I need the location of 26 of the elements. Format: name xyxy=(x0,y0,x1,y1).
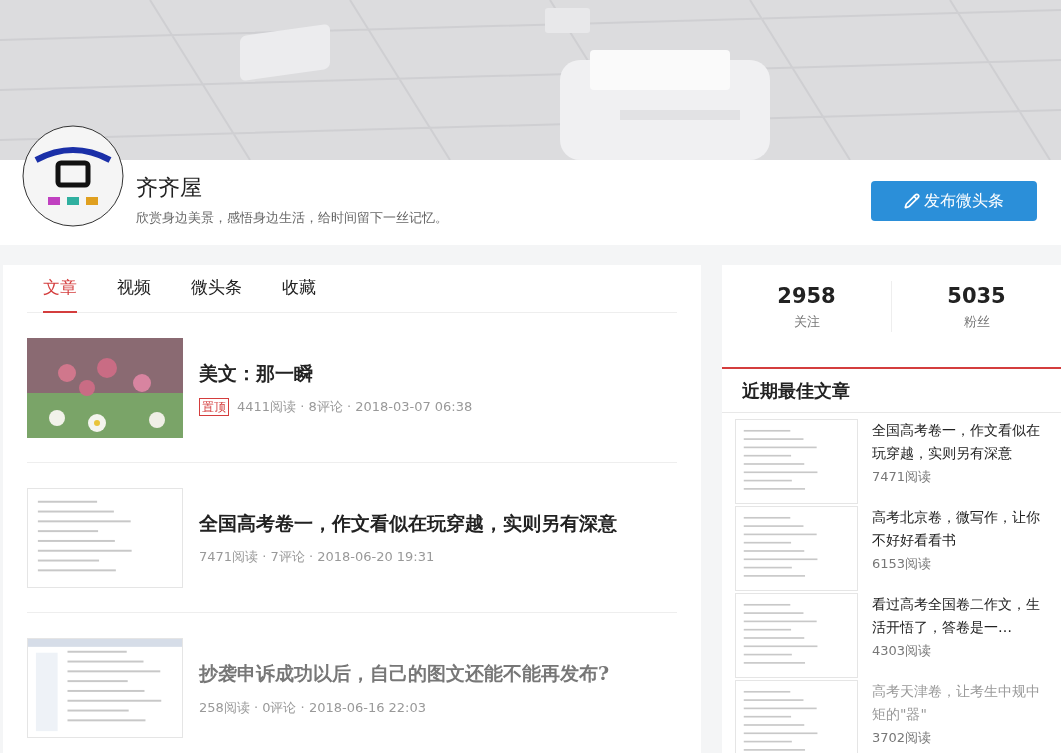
stat-value: 2958 xyxy=(777,282,836,310)
pencil-icon xyxy=(904,193,920,209)
section-heading: 近期最佳文章 xyxy=(742,379,850,403)
article-meta: 4411阅读 · 8评论 · 2018-03-07 06:38 xyxy=(237,398,473,416)
best-article-reads: 7471阅读 xyxy=(872,468,933,486)
best-article-reads: 3702阅读 xyxy=(872,729,933,747)
article-title[interactable]: 美文：那一瞬 xyxy=(199,358,473,387)
profile-motto: 欣赏身边美景，感悟身边生活，给时间留下一丝记忆。 xyxy=(136,209,448,227)
tab[interactable]: 文章 xyxy=(43,265,77,313)
best-article-title[interactable]: 高考北京卷，微写作，让你不好好看看书 xyxy=(872,506,1042,552)
tab[interactable]: 视频 xyxy=(117,265,151,313)
best-article-title[interactable]: 全国高考卷一，作文看似在玩穿越，实则另有深意 xyxy=(872,419,1042,465)
stat-label: 粉丝 xyxy=(963,313,990,331)
tab[interactable]: 收藏 xyxy=(282,265,316,313)
profile-name: 齐齐屋 xyxy=(136,174,203,202)
stat-value: 5035 xyxy=(947,282,1006,310)
pinned-badge: 置顶 xyxy=(199,397,229,416)
article-meta: 258阅读 · 0评论 · 2018-06-16 22:03 xyxy=(199,698,427,717)
best-article-reads: 4303阅读 xyxy=(872,642,933,660)
best-article-title[interactable]: 看过高考全国卷二作文，生活开悟了，答卷是一… xyxy=(872,593,1042,639)
tab[interactable]: 微头条 xyxy=(191,265,242,313)
article-meta: 7471阅读 · 7评论 · 2018-06-20 19:31 xyxy=(199,548,435,566)
article-title[interactable]: 全国高考卷一，作文看似在玩穿越，实则另有深意 xyxy=(199,508,617,537)
article-title[interactable]: 抄袭申诉成功以后，自己的图文还能不能再发布? xyxy=(199,659,610,688)
best-article-reads: 6153阅读 xyxy=(872,555,933,573)
stat-label: 关注 xyxy=(793,313,820,331)
